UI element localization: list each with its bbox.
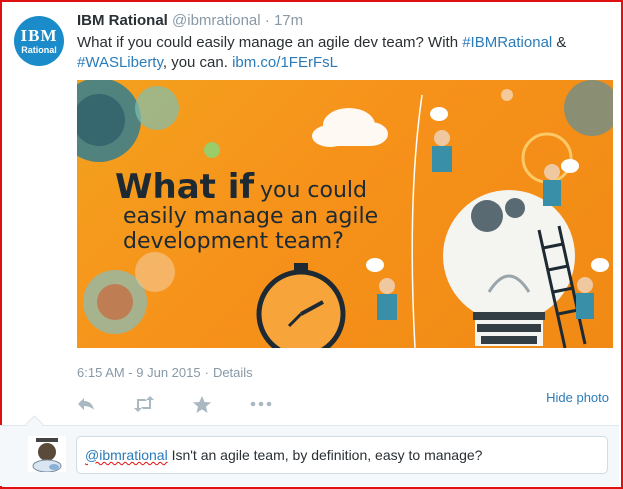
tweet-text-part: , you can. (162, 54, 233, 71)
stopwatch-graphic (256, 263, 346, 348)
tweet-time[interactable]: 17m (274, 12, 303, 29)
avatar-subtitle: Rational (21, 45, 57, 55)
reply-text-rest: Isn't an agile team, by definition, easy… (167, 447, 483, 463)
header-separator: · (264, 12, 270, 29)
hashtag-link[interactable]: #IBMRational (462, 34, 552, 51)
user-avatar[interactable] (28, 436, 66, 473)
tweet-text: What if you could easily manage an agile… (77, 33, 597, 73)
reply-icon[interactable] (77, 396, 95, 417)
tweet-text-part: & (552, 34, 567, 51)
tweet-photo[interactable]: What if you could easily manage an agile… (77, 80, 613, 348)
retweet-icon[interactable] (133, 396, 155, 417)
photo-headline-line3: development team? (123, 229, 344, 254)
tweet-timestamp[interactable]: 6:15 AM - 9 Jun 2015 (77, 365, 201, 380)
photo-illustration: What if you could easily manage an agile… (77, 80, 613, 348)
url-link[interactable]: ibm.co/1FErFsL (232, 54, 338, 71)
photo-headline-bold: What if (115, 167, 255, 207)
tweet-card: IBM Rational IBM Rational @ibmrational ·… (0, 0, 623, 489)
hashtag-link[interactable]: #WASLiberty (77, 54, 163, 71)
meta-separator: · (204, 365, 209, 380)
photo-headline-rest: you could (260, 178, 367, 203)
details-link[interactable]: Details (213, 365, 253, 380)
author-avatar[interactable]: IBM Rational (14, 16, 64, 66)
author-name[interactable]: IBM Rational (77, 12, 168, 29)
tweet-header: IBM Rational @ibmrational · 17m (77, 12, 303, 29)
hide-photo-link[interactable]: Hide photo (546, 390, 609, 405)
tweet-meta: 6:15 AM - 9 Jun 2015 · Details (77, 365, 253, 380)
author-handle[interactable]: @ibmrational (172, 12, 261, 29)
star-icon[interactable] (193, 396, 211, 418)
avatar-logo-text: IBM (20, 26, 58, 45)
more-icon[interactable] (250, 396, 272, 417)
reply-mention: @ibmrational (85, 447, 168, 463)
tweet-text-part: What if you could easily manage an agile… (77, 34, 463, 51)
photo-headline-line2: easily manage an agile (123, 204, 378, 229)
reply-text: @ibmrational Isn't an agile team, by def… (85, 447, 482, 463)
reply-input[interactable]: @ibmrational Isn't an agile team, by def… (76, 436, 608, 474)
